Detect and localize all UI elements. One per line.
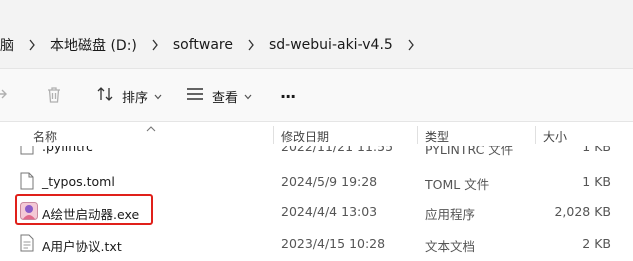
share-icon[interactable] <box>0 85 14 105</box>
breadcrumb-item-drive[interactable]: 本地磁盘 (D:) <box>50 35 137 55</box>
text-file-icon <box>20 146 34 158</box>
file-type: 应用程序 <box>425 207 476 222</box>
text-file-icon <box>20 172 34 193</box>
chevron-right-icon[interactable] <box>393 37 429 53</box>
chevron-right-icon[interactable] <box>233 37 269 53</box>
file-row-agreement[interactable]: A用户协议.txt 2023/4/15 10:28 文本文档 2 KB <box>0 228 633 259</box>
file-size: 1 KB <box>582 146 611 154</box>
file-size: 2 KB <box>582 236 611 251</box>
file-row-typos[interactable]: _typos.toml 2024/5/9 19:28 TOML 文件 1 KB <box>0 166 633 197</box>
chevron-down-icon <box>154 89 162 104</box>
file-name: .pylintrc <box>42 146 93 154</box>
file-size: 2,028 KB <box>554 204 611 219</box>
file-type: TOML 文件 <box>425 177 490 192</box>
sort-label: 排序 <box>122 90 149 106</box>
column-size[interactable]: 大小 <box>543 128 567 145</box>
breadcrumb-partial[interactable]: 脑 <box>0 35 14 55</box>
breadcrumb-item-software[interactable]: software <box>173 37 233 53</box>
chevron-right-icon[interactable] <box>14 37 50 53</box>
list-view-icon <box>186 87 204 105</box>
column-type[interactable]: 类型 <box>425 128 449 145</box>
trash-icon[interactable] <box>44 85 64 105</box>
view-button[interactable]: 查看 <box>186 83 252 109</box>
text-file-icon <box>20 234 34 255</box>
chevron-down-icon <box>244 89 252 104</box>
file-name: A用户协议.txt <box>42 239 122 254</box>
file-date: 2022/11/21 11:55 <box>281 146 394 154</box>
list-viewport-clip: .pylintrc 2022/11/21 11:55 PYLINTRC 文件 1… <box>0 146 633 160</box>
red-highlight-box <box>15 194 153 225</box>
breadcrumb: 脑 本地磁盘 (D:) software sd-webui-aki-v4.5 <box>0 29 429 61</box>
file-name: _typos.toml <box>42 174 115 189</box>
chevron-right-icon[interactable] <box>137 37 173 53</box>
file-row-pylintrc[interactable]: .pylintrc 2022/11/21 11:55 PYLINTRC 文件 1… <box>0 146 633 160</box>
sort-ascending-icon <box>146 121 156 135</box>
column-divider[interactable] <box>417 126 418 144</box>
view-label: 查看 <box>212 90 239 106</box>
column-divider[interactable] <box>273 126 274 144</box>
command-bar: 排序 查看 ··· <box>0 68 633 122</box>
file-date: 2023/4/15 10:28 <box>281 236 386 251</box>
column-name[interactable]: 名称 <box>33 128 57 145</box>
column-date[interactable]: 修改日期 <box>281 128 329 145</box>
file-date: 2024/4/4 13:03 <box>281 204 378 219</box>
more-options-button[interactable]: ··· <box>280 83 296 109</box>
column-header: 名称 修改日期 类型 大小 <box>0 122 633 146</box>
breadcrumb-item-folder[interactable]: sd-webui-aki-v4.5 <box>269 37 393 53</box>
file-type: PYLINTRC 文件 <box>425 146 514 157</box>
address-bar: 脑 本地磁盘 (D:) software sd-webui-aki-v4.5 <box>0 0 633 68</box>
sort-icon <box>96 86 114 106</box>
file-size: 1 KB <box>582 174 611 189</box>
file-type: 文本文档 <box>425 239 476 254</box>
column-divider[interactable] <box>535 126 536 144</box>
file-date: 2024/5/9 19:28 <box>281 174 378 189</box>
sort-button[interactable]: 排序 <box>96 83 162 109</box>
